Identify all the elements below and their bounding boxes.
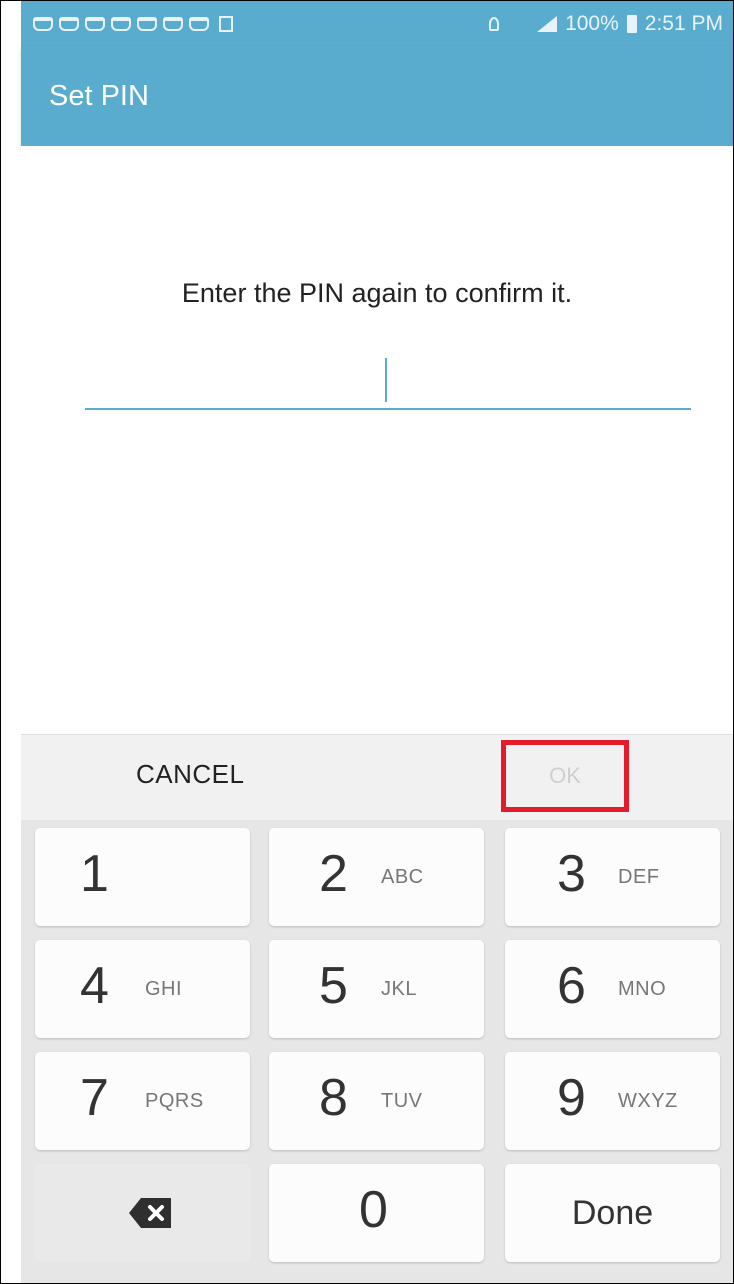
key-letters: PQRS	[145, 1090, 204, 1112]
key-letters: TUV	[381, 1090, 423, 1112]
key-digit: 1	[80, 845, 109, 903]
done-label: Done	[571, 1193, 654, 1232]
pin-prompt: Enter the PIN again to confirm it.	[181, 278, 573, 308]
pin-content: Enter the PIN again to confirm it.	[21, 146, 733, 734]
status-bar: 100% 2:51 PM	[21, 1, 733, 46]
key-8[interactable]: 8 TUV	[269, 1052, 484, 1150]
clock: 2:51 PM	[644, 11, 723, 35]
key-9[interactable]: 9 WXYZ	[505, 1052, 720, 1150]
key-digit: 4	[80, 957, 109, 1015]
key-digit: 9	[557, 1069, 586, 1127]
backspace-icon	[129, 1198, 171, 1228]
notification-icons	[21, 15, 233, 32]
app-bar: Set PIN	[21, 46, 733, 146]
app-notification-icon	[33, 16, 53, 31]
key-digit: 2	[319, 845, 348, 903]
key-3[interactable]: 3 DEF	[505, 828, 720, 926]
key-letters: MNO	[618, 978, 667, 1000]
key-6[interactable]: 6 MNO	[505, 940, 720, 1038]
app-notification-icon	[111, 16, 131, 31]
page-title: Set PIN	[49, 80, 149, 112]
key-letters: JKL	[381, 978, 417, 1000]
battery-icon	[626, 14, 637, 33]
key-digit: 6	[557, 957, 586, 1015]
phone-screen: 100% 2:51 PM Set PIN Enter the PIN again…	[0, 0, 734, 1284]
app-notification-icon	[137, 16, 157, 31]
cancel-button[interactable]: CANCEL	[136, 759, 244, 790]
key-letters: WXYZ	[618, 1090, 678, 1112]
key-digit: 5	[319, 957, 348, 1015]
key-5[interactable]: 5 JKL	[269, 940, 484, 1038]
key-1[interactable]: 1	[35, 828, 250, 926]
gallery-icon	[219, 15, 233, 32]
app-notification-icon	[163, 16, 183, 31]
key-digit: 7	[80, 1069, 109, 1127]
app-notification-icon	[59, 16, 79, 31]
status-right: 100% 2:51 PM	[489, 12, 733, 36]
key-digit: 0	[359, 1181, 388, 1239]
backspace-key[interactable]	[35, 1164, 250, 1262]
signal-icon	[537, 15, 558, 32]
app-notification-icon	[85, 16, 105, 31]
app-notification-icon	[189, 16, 209, 31]
pin-input[interactable]	[85, 350, 691, 410]
key-letters: DEF	[618, 866, 660, 888]
key-digit: 3	[557, 845, 586, 903]
battery-percent: 100%	[565, 11, 619, 35]
key-letters: ABC	[381, 866, 424, 888]
key-2[interactable]: 2 ABC	[269, 828, 484, 926]
key-4[interactable]: 4 GHI	[35, 940, 250, 1038]
action-bar: CANCEL OK	[21, 734, 733, 821]
numeric-keypad: 1 2 ABC 3 DEF 4 GHI 5 JKL 6 MNO 7 PQRS 8	[21, 820, 733, 1283]
wifi-icon	[489, 16, 500, 31]
key-7[interactable]: 7 PQRS	[35, 1052, 250, 1150]
done-key[interactable]: Done	[505, 1164, 720, 1262]
ok-button[interactable]: OK	[501, 740, 629, 812]
key-0[interactable]: 0	[269, 1164, 484, 1262]
text-cursor	[385, 358, 387, 402]
key-digit: 8	[319, 1069, 348, 1127]
key-letters: GHI	[145, 978, 183, 1000]
